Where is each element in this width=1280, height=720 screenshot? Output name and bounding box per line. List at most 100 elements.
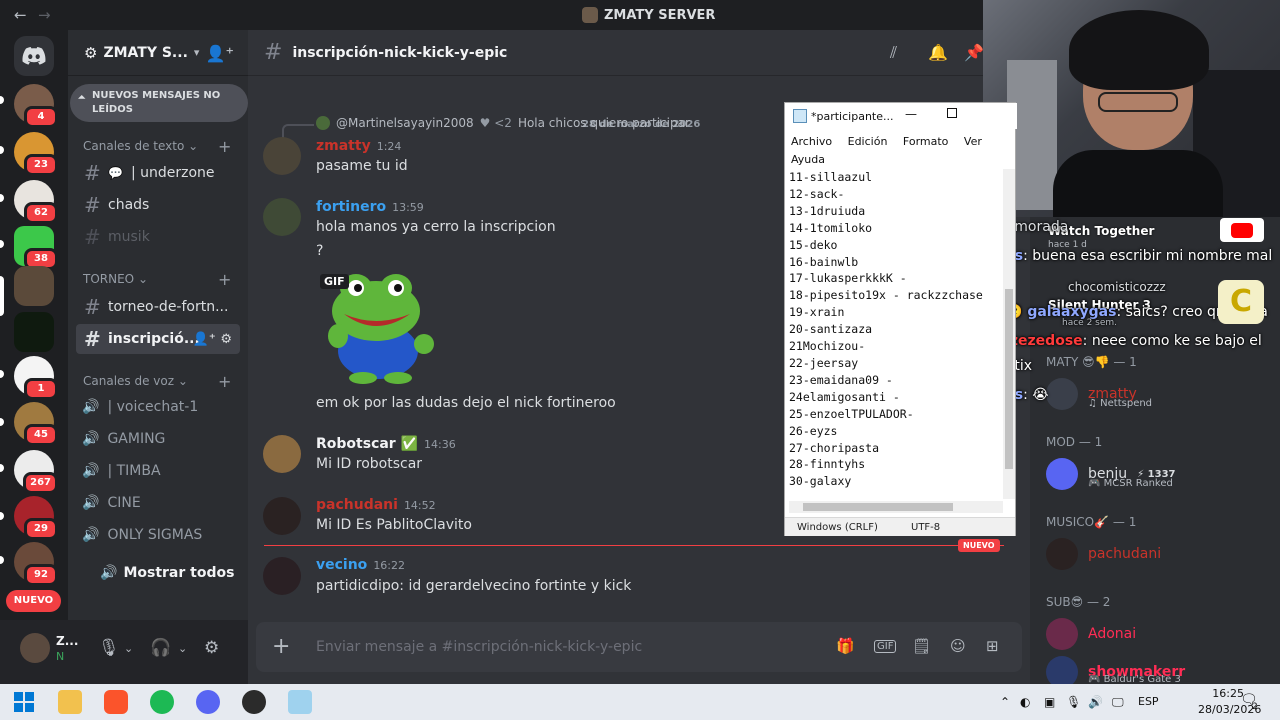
sticker-icon[interactable]: 🗒	[912, 637, 931, 655]
channel-chads[interactable]: # chads	[76, 190, 240, 220]
member-item[interactable]: pachudani	[1046, 538, 1161, 570]
server-header[interactable]: ⚙ ZMATY S... ▾ 👤⁺	[68, 30, 248, 76]
menu-ver[interactable]: Ver	[964, 135, 982, 148]
microphone-icon[interactable]: 🎙	[98, 638, 120, 658]
category-voice-channels[interactable]: Canales de voz ⌄	[83, 374, 188, 388]
tray-chevron-up-icon[interactable]: ⌃	[1000, 695, 1010, 709]
pepe-gif[interactable]: GIF	[318, 266, 436, 384]
taskbar-clock[interactable]: 16:25 28/03/2026	[1198, 686, 1261, 718]
windows-start-icon[interactable]	[12, 690, 36, 714]
menu-ayuda[interactable]: Ayuda	[791, 153, 825, 166]
channel-torneo-de-fortnite[interactable]: # torneo-de-fortn...	[76, 292, 240, 322]
notepad-text-area[interactable]: 11-sillaazul 12-sack- 13-1druiuda 14-1tomil…	[789, 169, 1003, 489]
voice-channel-timba[interactable]: 🔊 | TIMBA	[82, 459, 161, 483]
message-author[interactable]: Robotscar ✅ 14:36	[316, 436, 456, 452]
server-icon-2[interactable]: 23	[14, 132, 58, 176]
add-channel-icon[interactable]: +	[218, 137, 231, 156]
invite-people-icon[interactable]: 👤⁺	[206, 44, 234, 63]
emoji-icon[interactable]: ☺	[950, 637, 966, 655]
brave-browser-icon[interactable]	[104, 690, 128, 714]
message-author[interactable]: vecino 16:22	[316, 557, 405, 573]
server-icon-9[interactable]: 267	[14, 450, 58, 494]
gif-picker-icon[interactable]: GIF	[874, 640, 897, 653]
threads-icon[interactable]: ⫽	[890, 43, 897, 63]
forward-arrow-icon[interactable]: →	[38, 6, 51, 24]
message-avatar[interactable]	[263, 435, 301, 473]
channel-musik[interactable]: # musik	[76, 222, 240, 252]
reply-preview[interactable]: @Martinelsayayin2008 ♥ <2 Hola chicos qu…	[316, 116, 690, 130]
obs-icon[interactable]	[242, 690, 266, 714]
new-messages-banner[interactable]: ⏶ NUEVOS MENSAJES NO LEÍDOS	[70, 84, 248, 122]
vertical-scrollbar[interactable]	[1003, 169, 1015, 499]
menu-edicion[interactable]: Edición	[848, 135, 888, 148]
voice-channel-voicechat-1[interactable]: 🔊 | voicechat-1	[82, 395, 198, 419]
message-author[interactable]: fortinero 13:59	[316, 199, 424, 215]
discord-home-button[interactable]	[14, 36, 54, 76]
menu-formato[interactable]: Formato	[903, 135, 949, 148]
chevron-down-icon: ▾	[193, 46, 200, 59]
voice-channel-cine[interactable]: 🔊 CINE	[82, 491, 141, 515]
show-all-voice-button[interactable]: 🔊 Mostrar todos	[100, 565, 234, 581]
back-arrow-icon[interactable]: ←	[14, 6, 27, 24]
tray-network-icon[interactable]: 🖵	[1112, 695, 1124, 710]
server-icon-5[interactable]	[14, 266, 54, 306]
add-attachment-icon[interactable]: +	[272, 634, 290, 659]
minimize-icon[interactable]: —	[905, 107, 917, 121]
notepad-window[interactable]: *participante... — Archivo Edición Forma…	[784, 102, 1017, 536]
notepad-line: 23-emaidana09 -	[789, 372, 893, 387]
tray-app-icon[interactable]: ▣	[1044, 695, 1055, 709]
server-icon-8[interactable]: 45	[14, 402, 58, 446]
file-explorer-icon[interactable]	[58, 690, 82, 714]
message-avatar[interactable]	[263, 557, 301, 595]
user-avatar[interactable]	[20, 633, 50, 663]
notepad-titlebar[interactable]: *participante... —	[785, 103, 1017, 129]
spotify-icon[interactable]	[150, 690, 174, 714]
message-composer[interactable]: + Enviar mensaje a #inscripción-nick-kic…	[256, 622, 1022, 672]
youtube-icon[interactable]	[1220, 218, 1264, 242]
message-avatar[interactable]	[263, 497, 301, 535]
pin-icon[interactable]: 📌	[964, 43, 984, 62]
server-icon-4[interactable]: 38	[14, 226, 58, 270]
category-torneo[interactable]: TORNEO ⌄	[83, 272, 148, 286]
apps-icon[interactable]: ⊞	[986, 637, 999, 655]
channel-inscripcion-active[interactable]: # inscripció... 👤⁺ ⚙	[76, 324, 240, 354]
notepad-taskbar-icon[interactable]	[288, 690, 312, 714]
message-avatar[interactable]	[263, 198, 301, 236]
add-channel-icon[interactable]: +	[218, 372, 231, 391]
member-item[interactable]: benju ⚡ 1337 🎮 MCSR Ranked	[1046, 458, 1176, 490]
voice-channel-gaming[interactable]: 🔊 GAMING	[82, 427, 165, 451]
category-text-channels[interactable]: Canales de texto ⌄	[83, 139, 198, 153]
horizontal-scrollbar[interactable]	[789, 501, 1003, 513]
server-icon-3[interactable]: 62	[14, 180, 58, 224]
message-avatar[interactable]	[263, 137, 301, 175]
server-icon-7[interactable]: 1	[14, 356, 58, 400]
chevron-down-icon[interactable]: ⌄	[178, 642, 187, 655]
menu-archivo[interactable]: Archivo	[791, 135, 832, 148]
new-unread-pill[interactable]: NUEVO	[6, 590, 61, 612]
add-channel-icon[interactable]: +	[218, 270, 231, 289]
server-icon-6[interactable]	[14, 312, 54, 352]
tray-discord-icon[interactable]: ◐	[1020, 695, 1030, 709]
voice-channel-only-sigmas[interactable]: 🔊 ONLY SIGMAS	[82, 523, 202, 547]
gift-icon[interactable]: 🎁	[836, 637, 855, 655]
server-icon-11[interactable]: 92	[14, 542, 58, 586]
user-settings-gear-icon[interactable]: ⚙	[204, 638, 219, 658]
discord-taskbar-icon[interactable]	[196, 690, 220, 714]
headphones-icon[interactable]: 🎧	[150, 638, 171, 658]
invite-icon[interactable]: 👤⁺	[193, 332, 216, 347]
message-author[interactable]: pachudani 14:52	[316, 497, 436, 513]
channel-underzone[interactable]: # 💬 | underzone	[76, 158, 240, 188]
chevron-down-icon[interactable]: ⌄	[124, 642, 133, 655]
reply-text: Hola chicos quiero participar	[517, 116, 690, 130]
tray-volume-icon[interactable]: 🔊	[1088, 695, 1103, 709]
notification-bell-icon[interactable]: 🔔	[928, 43, 948, 62]
server-icon-1[interactable]: 4	[14, 84, 58, 128]
tray-mic-icon[interactable]: 🎙	[1066, 695, 1081, 709]
language-indicator[interactable]: ESP	[1138, 695, 1159, 708]
server-icon-10[interactable]: 29	[14, 496, 58, 540]
member-item[interactable]: zmatty ♫ Nettspend	[1046, 378, 1152, 410]
member-item[interactable]: Adonai	[1046, 618, 1136, 650]
message-author[interactable]: zmatty 1:24	[316, 138, 401, 154]
gear-icon[interactable]: ⚙	[220, 332, 232, 347]
maximize-icon[interactable]	[947, 108, 957, 118]
